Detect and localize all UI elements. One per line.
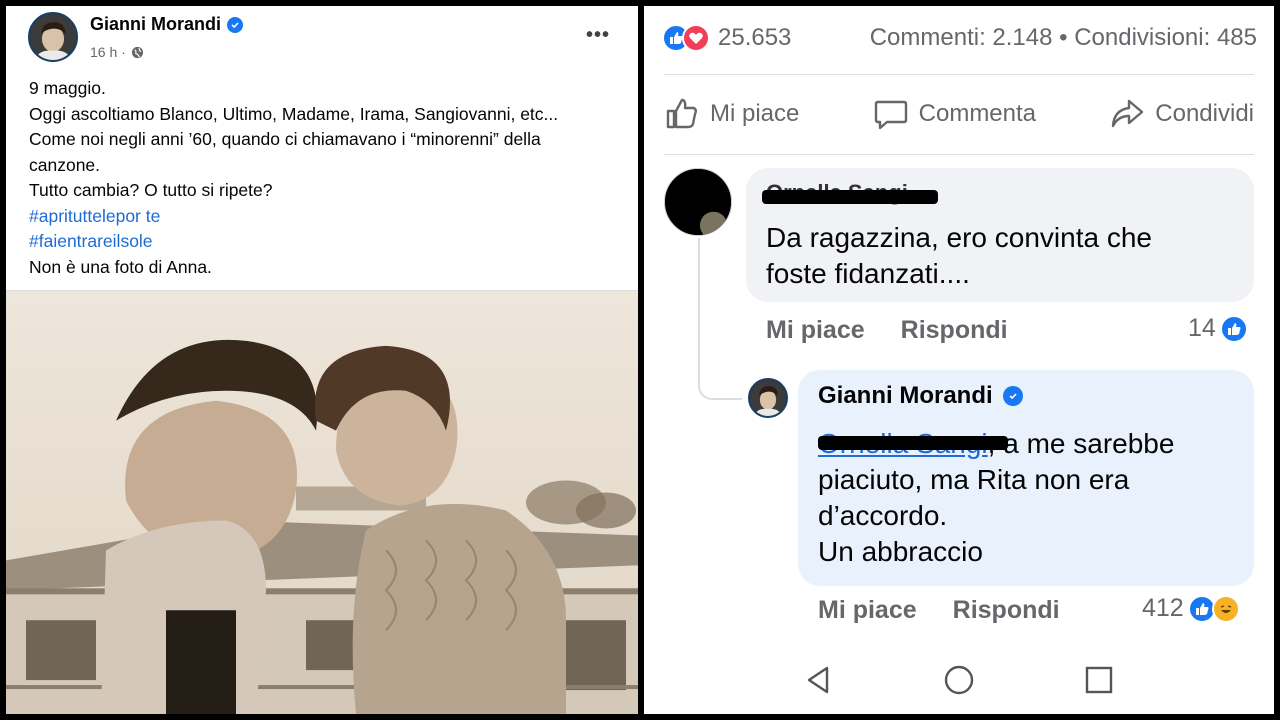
globe-icon [131, 46, 143, 58]
more-options-button[interactable]: ••• [586, 24, 610, 47]
verified-badge-icon [227, 16, 244, 33]
comment-text-line: Da ragazzina, ero convinta che [766, 222, 1152, 253]
home-circle-icon [944, 665, 974, 695]
love-reaction-icon[interactable] [682, 24, 710, 52]
post-line: canzone. [29, 154, 101, 175]
haha-reaction-icon [1211, 594, 1240, 623]
verified-badge-icon [1002, 386, 1023, 406]
redaction-mark [818, 436, 1008, 450]
back-button[interactable] [799, 660, 839, 700]
replier-name[interactable]: Gianni Morandi [818, 382, 1023, 410]
recents-square-icon [1085, 666, 1113, 694]
reply-text-line: Un abbraccio [818, 536, 983, 567]
replier-name-text[interactable]: Gianni Morandi [818, 382, 993, 410]
comment-text: Da ragazzina, ero convinta che foste fid… [766, 220, 1236, 292]
post-stats: 25.653 Commenti: 2.148 • Condivisioni: 4… [662, 20, 1257, 56]
reply-reply-button[interactable]: Rispondi [953, 596, 1060, 625]
post-time[interactable]: 16 h · [90, 44, 126, 60]
author-name-text[interactable]: Gianni Morandi [90, 14, 221, 35]
commenter-avatar[interactable] [664, 168, 732, 236]
post-line: 9 maggio. [29, 78, 106, 98]
like-button[interactable]: Mi piace [664, 96, 799, 132]
author-avatar[interactable] [28, 12, 78, 62]
like-button-label: Mi piace [710, 100, 800, 127]
reply-actions: Mi piace Rispondi [818, 596, 1060, 625]
comment-button[interactable]: Commenta [873, 96, 1036, 132]
post-photo[interactable] [6, 290, 638, 714]
facebook-post: Gianni Morandi 16 h · ••• 9 maggio. Oggi… [6, 6, 638, 714]
share-button[interactable]: Condividi [1109, 96, 1254, 132]
comment-text-line: foste fidanzati.... [766, 258, 970, 289]
back-triangle-icon [807, 666, 829, 694]
thread-connector [698, 238, 742, 400]
divider [664, 74, 1254, 75]
post-actions: Mi piace Commenta Condividi [664, 86, 1254, 142]
comment-bubble-icon [874, 100, 907, 130]
recents-button[interactable] [1079, 660, 1119, 700]
reply-reaction-count[interactable]: 412 [1142, 594, 1240, 623]
post-meta: 16 h · [90, 44, 144, 60]
reply-text: Ornella Sangi, a me sarebbe piaciuto, ma… [818, 426, 1238, 570]
post-line: Non è una foto di Anna. [29, 256, 212, 277]
comments-shares-count[interactable]: Commenti: 2.148 • Condivisioni: 485 [870, 24, 1257, 52]
redaction-mark [762, 190, 938, 204]
post-header: Gianni Morandi 16 h · ••• [6, 6, 638, 68]
hashtag-link[interactable]: #faientrareilsole [29, 229, 629, 255]
thumbs-up-icon [666, 98, 697, 129]
reply-text-line: piaciuto, ma Rita non era [818, 464, 1130, 495]
author-name[interactable]: Gianni Morandi [90, 14, 244, 35]
comment-reply-button[interactable]: Rispondi [901, 316, 1008, 345]
hashtag-link[interactable]: #aprituttelepor te [29, 204, 629, 230]
reply-bubble: Gianni Morandi Ornella Sangi, a me sareb… [798, 370, 1254, 586]
reply-text-line: d’accordo. [818, 500, 948, 531]
reply-text-line: , a me sarebbe [987, 428, 1175, 459]
reply-reaction-number: 412 [1142, 594, 1184, 622]
post-line: Come noi negli anni ’60, quando ci chiam… [29, 129, 541, 149]
comment-actions: Mi piace Rispondi [766, 316, 1008, 345]
share-button-label: Condividi [1155, 100, 1254, 127]
divider [664, 154, 1254, 155]
post-line: Tutto cambia? O tutto si ripete? [29, 180, 273, 200]
comment-bubble: Ornella Sangi Da ragazzina, ero convinta… [746, 168, 1254, 302]
android-navigation-bar [644, 646, 1274, 714]
post-text: 9 maggio. Oggi ascoltiamo Blanco, Ultimo… [29, 76, 629, 280]
like-reaction-icon [1219, 314, 1248, 343]
comment-button-label: Commenta [918, 100, 1037, 127]
reactions-count[interactable]: 25.653 [718, 24, 791, 52]
comment-like-button[interactable]: Mi piace [766, 316, 865, 345]
home-button[interactable] [939, 660, 979, 700]
comment-reaction-number: 14 [1188, 314, 1216, 342]
comments-panel: 25.653 Commenti: 2.148 • Condivisioni: 4… [644, 6, 1274, 714]
comment-reaction-count[interactable]: 14 [1188, 314, 1248, 343]
reply-like-button[interactable]: Mi piace [818, 596, 917, 625]
post-line: Oggi ascoltiamo Blanco, Ultimo, Madame, … [29, 103, 559, 124]
replier-avatar[interactable] [748, 378, 788, 418]
share-arrow-icon [1112, 99, 1144, 128]
